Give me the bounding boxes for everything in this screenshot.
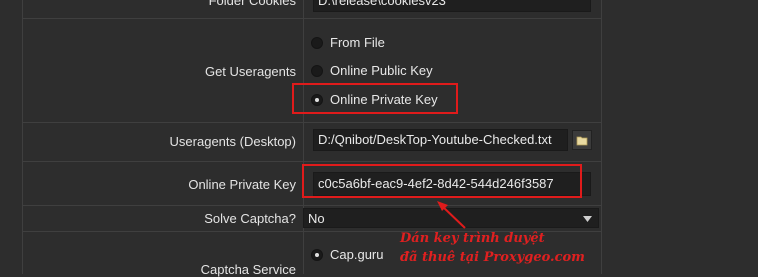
annotation-text-line2: đã thuê tại Proxygeo.com <box>400 250 585 265</box>
annotation-arrow <box>437 201 466 229</box>
annotation-text-line1: Dán key trình duyệt <box>400 231 545 246</box>
